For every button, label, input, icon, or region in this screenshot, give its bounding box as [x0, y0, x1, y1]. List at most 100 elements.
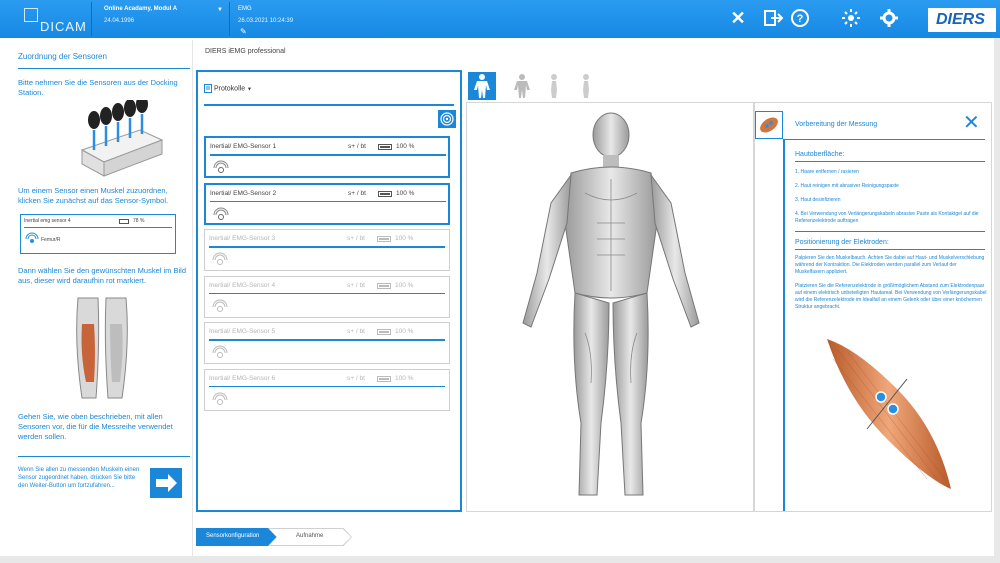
sensor-card[interactable]: Inertial/ EMG-Sensor 1 s+ / bt 100 % — [204, 136, 450, 178]
protocols-dropdown[interactable]: Protokolle ▼ — [204, 84, 252, 93]
sensor-icon — [25, 232, 39, 243]
patient-selector[interactable]: Online Acadamy, Modul A 24.04.1996 ▼ — [96, 2, 230, 36]
sensor-icon[interactable] — [212, 158, 230, 176]
instruction-step-2: Um einem Sensor einen Muskel zuzuordnen,… — [18, 186, 169, 205]
example-sensor-card: Inertial emg sensor 4 78 % Femur/R — [20, 214, 176, 254]
example-sensor-name: Inertial emg sensor 4 — [24, 218, 71, 224]
electrode-heading: Positionierung der Elektroden: — [795, 239, 889, 246]
sensor-battery-pct: 100 % — [395, 281, 414, 289]
sensor-mode: s+ / bt — [347, 328, 365, 335]
dicam-logo: DICAM — [2, 2, 92, 36]
battery-icon — [378, 144, 392, 150]
step-recording[interactable]: Aufnahme — [268, 528, 352, 546]
close-icon[interactable]: ✕ — [728, 8, 748, 30]
svg-text:?: ? — [797, 13, 804, 25]
sensor-battery-pct: 100 % — [395, 235, 414, 242]
sensor-card[interactable]: Inertial/ EMG-Sensor 4 s+ / bt 100 % — [204, 275, 450, 318]
instructions-panel: Zuordnung der Sensoren Bitte nehmen Sie … — [10, 40, 190, 560]
sensor-icon[interactable] — [211, 297, 229, 315]
top-bar: DICAM Online Acadamy, Modul A 24.04.1996… — [0, 0, 1000, 38]
exam-info[interactable]: EMG 26.03.2021 10:24:39 ✎ — [232, 2, 362, 36]
diers-logo: DIERS — [928, 8, 996, 32]
document-icon — [204, 84, 212, 93]
bottom-border — [0, 556, 1000, 563]
sensor-name: Inertial/ EMG-Sensor 2 — [210, 189, 277, 197]
view-back-thumbnail[interactable] — [508, 72, 536, 100]
protocols-label: Protokolle — [213, 85, 246, 93]
battery-icon — [119, 219, 129, 224]
help-icon[interactable]: ? — [790, 8, 812, 30]
page-title: DIERS iEMG professional — [205, 48, 286, 55]
sensor-battery-pct: 100 % — [396, 189, 415, 197]
exam-type: EMG — [238, 6, 252, 12]
divider — [785, 139, 985, 140]
instruction-step-1: Bitte nehmen Sie die Sensoren aus der Do… — [18, 78, 178, 97]
example-sensor-pct: 78 % — [133, 218, 145, 224]
divider — [209, 246, 445, 248]
sensor-card[interactable]: Inertial/ EMG-Sensor 3 s+ / bt 100 % — [204, 229, 450, 271]
sensor-icon[interactable] — [211, 343, 229, 361]
step-sensor-config[interactable]: Sensorkonfiguration — [196, 528, 278, 546]
view-right-thumbnail[interactable] — [572, 72, 600, 100]
sensor-card[interactable]: Inertial/ EMG-Sensor 6 s+ / bt 100 % — [204, 368, 450, 411]
skin-item-4: 4. Bei Verwendung von Verlängerungskabel… — [795, 211, 979, 224]
arrow-right-icon — [156, 474, 177, 492]
body-side-icon — [551, 74, 557, 98]
example-sensor-muscle: Femur/R — [41, 237, 61, 243]
divider — [210, 154, 446, 156]
anatomy-viewer[interactable] — [466, 102, 754, 512]
instruction-step-5: Wenn Sie allen zu messenden Muskeln eine… — [18, 467, 140, 489]
body-front-icon — [474, 74, 490, 98]
docking-station-image — [80, 100, 164, 177]
right-border — [994, 38, 1000, 563]
step-sensor-config-label: Sensorkonfiguration — [206, 533, 260, 539]
skin-item-1: 1. Haare entfernen / rasieren — [795, 169, 859, 175]
skin-item-3: 3. Haut desinfizieren — [795, 197, 841, 203]
close-icon[interactable]: ✕ — [963, 113, 980, 133]
body-side-icon — [583, 74, 589, 98]
divider — [783, 139, 785, 511]
view-left-thumbnail[interactable] — [540, 72, 568, 100]
logout-icon[interactable] — [762, 8, 786, 30]
dicam-logo-text: DICAM — [40, 19, 87, 34]
divider — [209, 292, 445, 294]
skin-item-2: 2. Haut reinigen mit abrasiver Reinigung… — [795, 183, 899, 189]
muscle-body-image[interactable] — [467, 103, 755, 513]
divider — [209, 339, 445, 341]
target-icon — [440, 112, 454, 126]
sensor-list-panel: Protokolle ▼ Inertial/ EMG-Sensor 1 s+ / … — [196, 70, 462, 512]
battery-icon — [378, 190, 392, 197]
patient-dob: 24.04.1996 — [104, 18, 135, 24]
measurement-info-panel: Vorbereitung der Messung ✕ Hautoberfläch… — [754, 102, 992, 512]
muscle-thumbnail-icon — [755, 111, 783, 139]
sensor-mode: s+ / bt — [348, 189, 366, 197]
next-button[interactable] — [150, 468, 182, 498]
sensor-card[interactable]: Inertial/ EMG-Sensor 2 s+ / bt 100 % — [204, 182, 450, 225]
chevron-down-icon: ▼ — [217, 7, 223, 13]
info-title: Vorbereitung der Messung — [795, 121, 878, 128]
electrode-text-2: Platzieren Sie die Referenzelektrode in … — [795, 283, 987, 310]
divider — [204, 104, 454, 106]
chevron-down-icon: ▼ — [247, 86, 252, 93]
electrode-text-1: Palpieren Sie den Muskelbauch. Achten Si… — [795, 255, 985, 275]
view-front-thumbnail[interactable] — [468, 72, 496, 100]
step-recording-label: Aufnahme — [296, 533, 324, 539]
battery-icon — [377, 282, 391, 289]
sensor-card[interactable]: Inertial/ EMG-Sensor 5 s+ / bt 100 % — [204, 322, 450, 364]
sun-icon[interactable] — [840, 8, 862, 30]
sensor-icon[interactable] — [211, 390, 229, 408]
skin-heading: Hautoberfläche: — [795, 151, 845, 158]
sensor-icon[interactable] — [211, 250, 229, 268]
divider — [192, 40, 193, 560]
edit-icon[interactable]: ✎ — [240, 27, 247, 36]
divider — [795, 231, 985, 232]
target-button[interactable] — [438, 110, 456, 128]
sensor-name: Inertial/ EMG-Sensor 3 — [209, 235, 276, 242]
divider — [210, 200, 446, 202]
gear-icon[interactable] — [878, 8, 902, 30]
divider — [18, 456, 190, 457]
patient-name: Online Acadamy, Modul A — [104, 6, 178, 12]
divider — [209, 385, 445, 387]
sensor-name: Inertial/ EMG-Sensor 4 — [209, 281, 276, 289]
sensor-icon[interactable] — [212, 205, 230, 223]
